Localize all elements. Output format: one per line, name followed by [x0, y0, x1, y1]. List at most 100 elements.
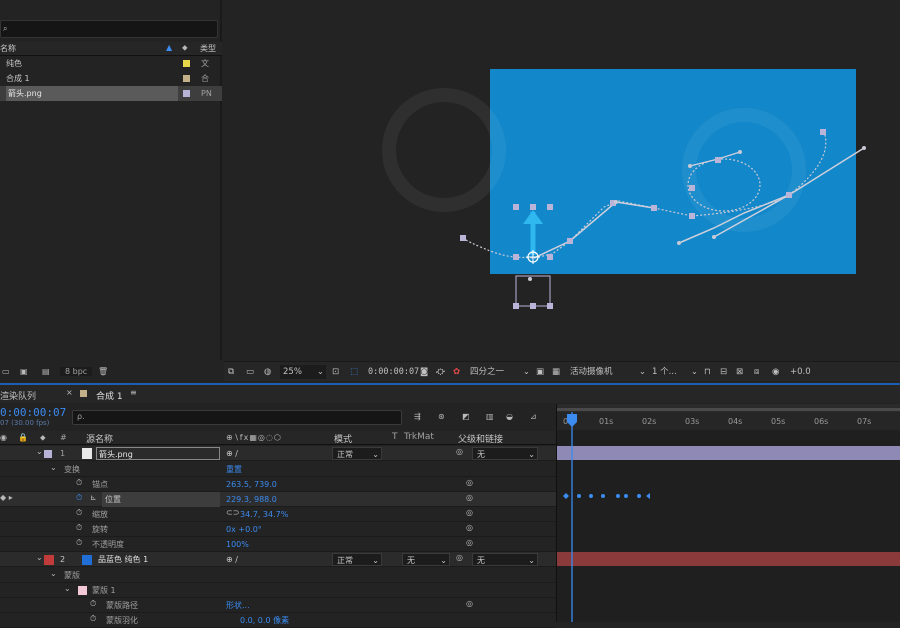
chevron-down-icon[interactable]: ⌄	[36, 446, 43, 458]
draft-3d-icon[interactable]: ⊛	[438, 411, 445, 423]
stopwatch-icon[interactable]: ⏱	[76, 507, 82, 519]
chevron-down-icon[interactable]: ⌄	[64, 583, 71, 595]
viewer-timecode[interactable]: 0:00:00:07	[368, 365, 419, 379]
av-features-icon[interactable]: ◉	[0, 432, 7, 444]
sort-ascending-icon[interactable]: ▲	[166, 42, 172, 54]
composition-viewer[interactable]	[224, 0, 900, 360]
stopwatch-icon[interactable]: ⏱	[90, 613, 96, 625]
label-tag-icon[interactable]: ⬥	[40, 432, 46, 444]
viewer-canvas[interactable]	[224, 0, 900, 360]
color-channel-icon[interactable]: ✿	[453, 365, 460, 379]
project-item[interactable]: 纯色 文	[0, 56, 222, 71]
lock-icon[interactable]: 🔒	[18, 432, 28, 444]
always-preview-icon[interactable]: ⧉	[228, 365, 234, 379]
show-snapshot-icon[interactable]: ⛮	[436, 365, 445, 379]
scale-value[interactable]: 34.7, 34.7%	[240, 507, 288, 522]
masks-group[interactable]: ⌄ 蒙版	[0, 568, 556, 583]
transparency-grid-icon[interactable]: ▦	[552, 365, 560, 379]
resolution-select[interactable]: 四分之一 ⌄	[470, 365, 530, 379]
trash-icon[interactable]: 🗑	[98, 366, 108, 378]
project-item[interactable]: 合成 1 合	[0, 71, 222, 86]
anchor-value[interactable]: 263.5, 739.0	[226, 477, 277, 492]
rotation-value[interactable]: 0x +0.0°	[226, 522, 262, 537]
exposure-value[interactable]: +0.0	[790, 365, 811, 379]
stopwatch-icon[interactable]: ⏱	[76, 477, 82, 489]
parent-select[interactable]: 无 ⌄	[472, 553, 538, 566]
trkmat-select[interactable]: 无 ⌄	[402, 553, 450, 566]
pickwhip-icon[interactable]: ◎	[466, 477, 473, 489]
label-tag-icon[interactable]: ⬥	[182, 42, 188, 54]
keyframe-nav-icon[interactable]: ◆ ▸	[0, 492, 13, 504]
tab-comp[interactable]: 合成 1	[96, 389, 123, 402]
mask-color-swatch[interactable]	[78, 586, 87, 595]
layer-row-1[interactable]: ⌄ 1 箭头.png ⊕ ∕ 正常 ⌄ ◎ 无 ⌄	[0, 446, 556, 461]
stopwatch-icon[interactable]: ⏱	[90, 598, 96, 610]
prop-anchor[interactable]: ⏱ 锚点 263.5, 739.0 ◎	[0, 477, 556, 492]
prop-rotation[interactable]: ⏱ 旋转 0x +0.0° ◎	[0, 522, 556, 537]
bpc-button[interactable]: 8 bpc	[60, 367, 93, 376]
tab-render-queue[interactable]: 渲染队列	[0, 389, 36, 402]
constrain-link-icon[interactable]: ⊂⊃	[226, 507, 239, 519]
pickwhip-icon[interactable]: ◎	[466, 598, 473, 610]
stopwatch-icon[interactable]: ⏱	[76, 522, 82, 534]
flowchart-icon[interactable]: ⧈	[754, 365, 759, 379]
pickwhip-icon[interactable]: ◎	[456, 446, 463, 458]
shy-switch[interactable]: ⊕ ∕	[226, 446, 238, 461]
prop-position[interactable]: ◆ ▸ ⏱ ⊾ 位置 229.3, 988.0 ◎	[0, 492, 556, 507]
pickwhip-icon[interactable]: ◎	[466, 507, 473, 519]
toggle-pixel-aspect-icon[interactable]: ⊓	[704, 365, 711, 379]
folder-icon[interactable]: ▭	[2, 366, 10, 378]
timeline-graph[interactable]: 0f 01s 02s 03s 04s 05s 06s 07s	[556, 404, 900, 622]
prop-mask-feather[interactable]: ⏱ 蒙版羽化 0.0, 0.0 像素	[0, 613, 556, 628]
layer-label-swatch[interactable]	[44, 555, 54, 565]
parent-select[interactable]: 无 ⌄	[472, 447, 538, 460]
layer-name[interactable]: 箭头.png	[96, 447, 220, 460]
mode-select[interactable]: 正常 ⌄	[332, 447, 382, 460]
pickwhip-icon[interactable]: ◎	[466, 537, 473, 549]
opacity-value[interactable]: 100%	[226, 537, 249, 552]
snapshot-icon[interactable]: ◙	[420, 365, 428, 379]
stopwatch-icon[interactable]: ⏱	[76, 537, 82, 549]
switches-icon[interactable]: ⊕∖fx▦◎◌⬡	[226, 432, 282, 444]
trkmat-header[interactable]: TrkMat	[404, 432, 434, 442]
mode-header[interactable]: 模式	[334, 432, 352, 445]
menu-icon[interactable]: ≡	[130, 387, 137, 399]
stopwatch-active-icon[interactable]: ⏱	[76, 492, 82, 504]
parent-header[interactable]: 父级和链接	[458, 432, 503, 445]
mask-feather-value[interactable]: 0.0, 0.0 像素	[240, 613, 289, 628]
layer-name[interactable]: 品蓝色 纯色 1	[98, 552, 148, 567]
close-icon[interactable]: ×	[66, 387, 73, 399]
project-item-selected[interactable]: 箭头.png PN	[0, 86, 222, 101]
mask-path-icon[interactable]: ⬚	[350, 365, 358, 379]
frame-blending-icon[interactable]: ▥	[486, 411, 494, 423]
column-name[interactable]: 名称	[0, 43, 16, 54]
fast-previews-icon[interactable]: ⊟	[720, 365, 727, 379]
graph-icon[interactable]: ⊾	[90, 492, 97, 504]
source-name-header[interactable]: 源名称	[86, 432, 113, 445]
zoom-select[interactable]: 25% ⌄	[280, 365, 326, 379]
chevron-down-icon[interactable]: ⌄	[50, 462, 57, 474]
monitor-icon[interactable]: ▭	[246, 365, 254, 379]
shy-icon[interactable]: ◩	[462, 411, 470, 423]
mode-select[interactable]: 正常 ⌄	[332, 553, 382, 566]
views-select[interactable]: 1 个... ⌄	[652, 365, 698, 379]
mask-visibility-icon[interactable]: ◍	[264, 365, 271, 379]
column-type[interactable]: 类型	[200, 43, 216, 54]
prop-scale[interactable]: ⏱ 缩放 ⊂⊃ 34.7, 34.7% ◎	[0, 507, 556, 522]
prop-opacity[interactable]: ⏱ 不透明度 100% ◎	[0, 537, 556, 552]
chevron-down-icon[interactable]: ⌄	[36, 552, 43, 564]
region-of-interest-icon[interactable]: ▣	[536, 365, 544, 379]
pickwhip-icon[interactable]: ◎	[466, 522, 473, 534]
settings-icon[interactable]: ▤	[42, 366, 50, 378]
comp-mini-flowchart-icon[interactable]: ⇶	[414, 411, 421, 423]
mask-path-value[interactable]: 形状...	[226, 598, 250, 613]
current-time[interactable]: 0:00:00:07	[0, 406, 66, 419]
pickwhip-icon[interactable]: ◎	[456, 552, 463, 564]
reset-link[interactable]: 重置	[226, 462, 242, 477]
mask-name[interactable]: 蒙版 1	[92, 583, 116, 598]
mask-1[interactable]: ⌄ 蒙版 1	[0, 583, 556, 598]
safe-zones-icon[interactable]: ⊡	[332, 365, 339, 379]
new-comp-icon[interactable]: ▣	[20, 366, 28, 378]
motion-blur-icon[interactable]: ◒	[506, 411, 513, 423]
position-value[interactable]: 229.3, 988.0	[226, 492, 277, 507]
